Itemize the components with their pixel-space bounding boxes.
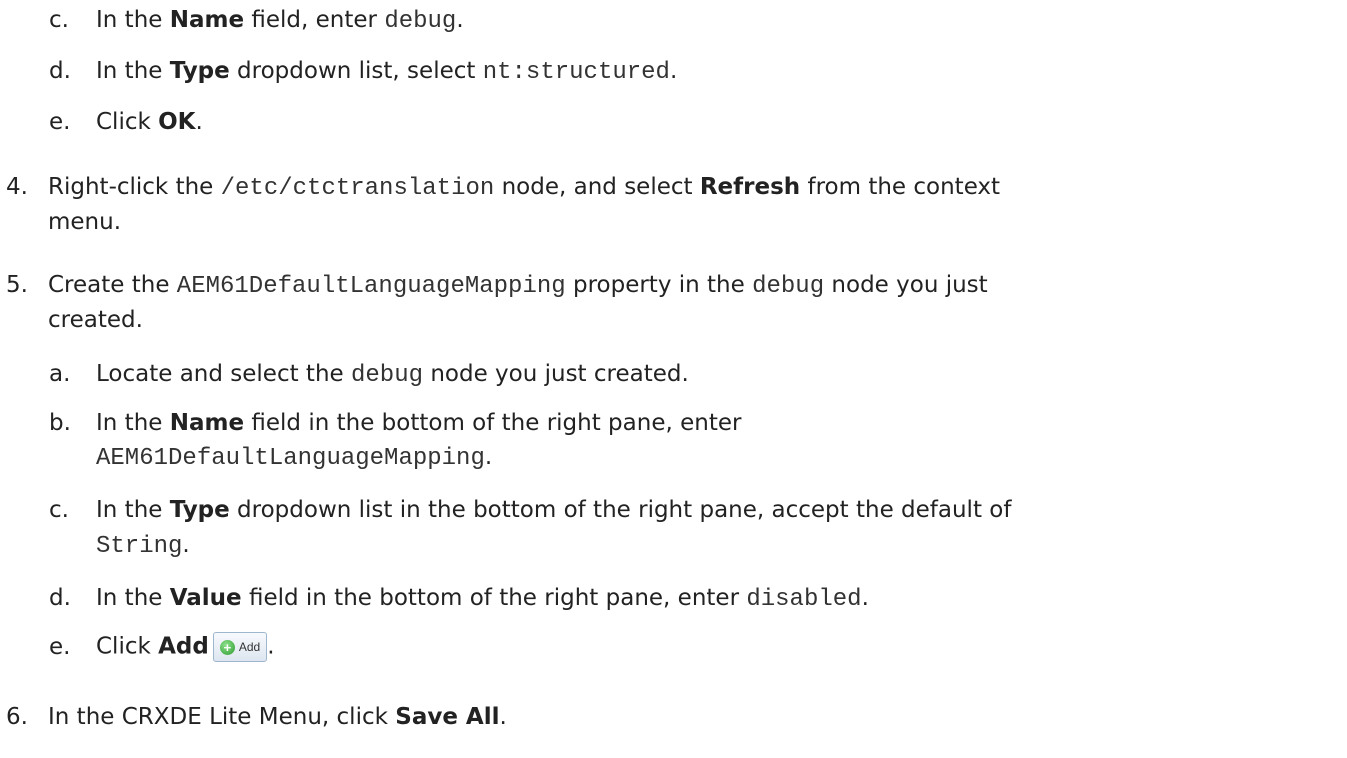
ui-term-add: Add [158,633,209,660]
substep-number: e. [49,633,71,660]
substep-5b-continuation: AEM61DefaultLanguageMapping. [96,444,493,472]
add-button[interactable]: + Add [212,632,268,662]
substep-number: a. [49,361,71,387]
step-number: 6. [6,704,28,730]
substep-number: e. [49,109,71,135]
ui-term-name: Name [169,410,245,436]
add-button-label: Add [238,639,261,654]
ui-term-type: Type [169,497,230,523]
step-number: 5. [6,272,28,298]
substep-number: d. [49,585,71,611]
step-4: 4. Right-click the /etc/ctctranslation no… [6,174,1001,202]
ui-term-refresh: Refresh [699,174,801,200]
substep-number: d. [49,58,71,84]
code-nt-structured: nt:structured [482,59,670,86]
substep-3c: c. In the Name field, enter debug. [49,7,464,35]
ui-term-save-all: Save All [395,704,500,730]
code-etc-ctctranslation: /etc/ctctranslation [220,175,495,202]
substep-5b: b. In the Name field in the bottom of the… [49,410,742,436]
code-disabled: disabled [746,586,862,613]
ui-term-type: Type [169,58,230,84]
substep-5d: d. In the Value field in the bottom of th… [49,585,869,613]
code-debug: debug [384,8,457,35]
code-debug: debug [752,273,825,300]
ui-term-ok: OK [158,109,196,135]
code-debug: debug [351,362,424,389]
ui-term-value: Value [169,585,242,611]
plus-circle-icon: + [219,639,235,655]
substep-number: c. [49,7,69,33]
substep-number: c. [49,497,69,523]
code-aem61-mapping: AEM61DefaultLanguageMapping [176,273,566,300]
ui-term-name: Name [169,7,245,33]
substep-5c-continuation: String. [96,532,190,560]
step-5-continuation: created. [48,307,143,333]
step-6: 6. In the CRXDE Lite Menu, click Save All… [6,704,507,730]
substep-3e: e. Click OK. [49,109,203,135]
substep-5a: a. Locate and select the debug node you j… [49,361,689,389]
substep-number: b. [49,410,71,436]
code-string: String [96,533,183,560]
step-5: 5. Create the AEM61DefaultLanguageMapping… [6,272,988,300]
code-aem61-mapping: AEM61DefaultLanguageMapping [96,445,485,472]
substep-5c: c. In the Type dropdown list in the botto… [49,497,1012,523]
step-number: 4. [6,174,28,200]
step-4-continuation: menu. [48,209,122,235]
substep-5e: e. Click Add + Add. [49,632,1339,662]
substep-3d: d. In the Type dropdown list, select nt:s… [49,58,678,86]
